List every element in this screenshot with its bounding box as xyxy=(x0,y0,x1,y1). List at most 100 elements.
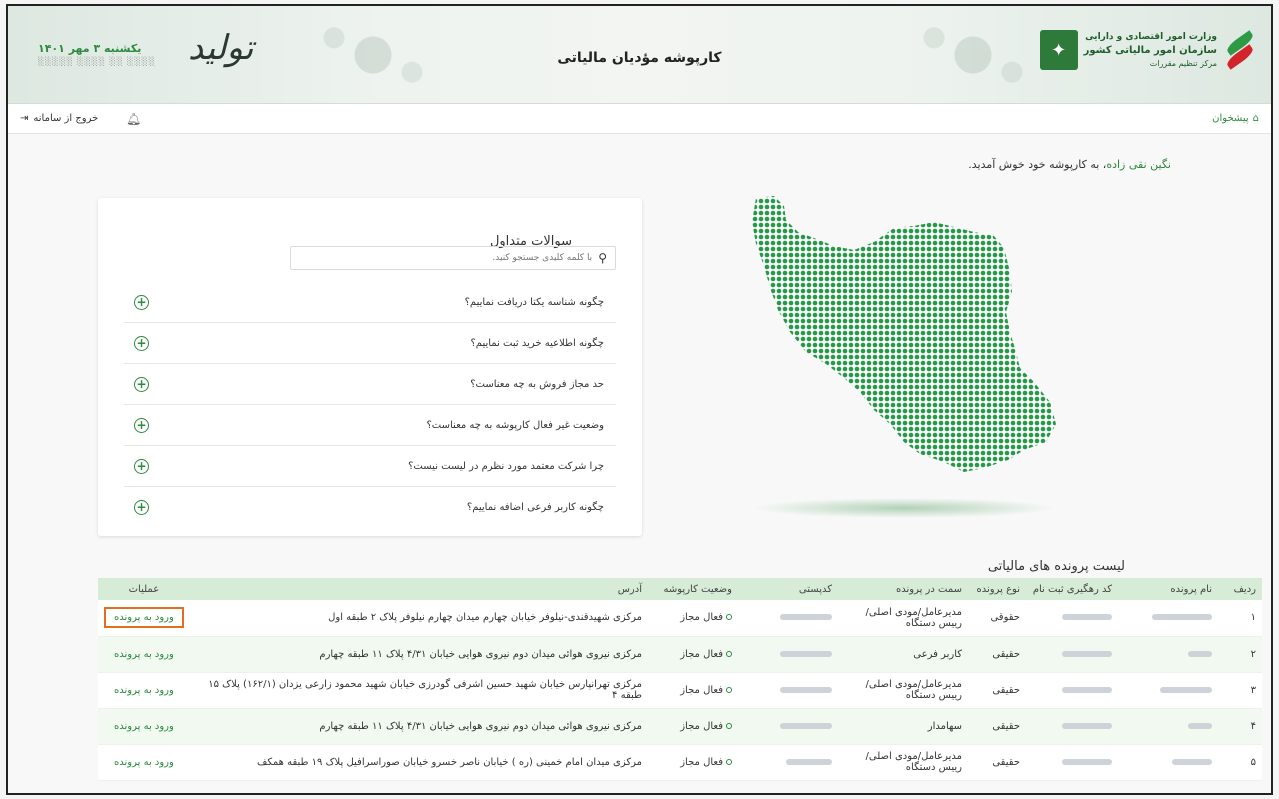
plus-circle-icon[interactable]: + xyxy=(134,500,149,515)
table-row: ۲ حقیقی کاربر فرعی فعال مجاز مرکزی نیروی… xyxy=(98,636,1262,673)
cell-action: ورود به پرونده xyxy=(98,744,190,781)
cell-role: مدیرعامل/مودی اصلی/رییس دستگاه xyxy=(838,744,968,781)
status-label: فعال مجاز xyxy=(680,720,723,732)
toolbar: ⌂ پیشخوان 🔔︎ خروج از سامانه ⇥ xyxy=(8,104,1271,134)
cell-postal-blurred xyxy=(738,708,838,745)
home-link-label: پیشخوان xyxy=(1212,113,1249,124)
cell-type: حقیقی xyxy=(968,744,1026,781)
faq-search-box: ⚲ xyxy=(290,246,616,270)
cell-role: کاربر فرعی xyxy=(838,636,968,673)
logout-button[interactable]: خروج از سامانه ⇥ xyxy=(20,113,98,124)
col-role: سمت در پرونده xyxy=(838,578,968,600)
open-file-link[interactable]: ورود به پرونده xyxy=(114,757,174,768)
iran-dot-map xyxy=(752,196,1056,518)
plus-circle-icon[interactable]: + xyxy=(134,335,149,351)
cell-action: ورود به پرونده xyxy=(98,672,190,709)
cell-status: فعال مجاز xyxy=(648,744,738,781)
status-label: فعال مجاز xyxy=(680,684,723,696)
cell-address: مرکزی شهیدقندی-نیلوفر خیابان چهارم میدان… xyxy=(189,600,648,637)
col-status: وضعیت کارپوشه xyxy=(648,578,738,600)
open-file-link[interactable]: ورود به پرونده xyxy=(114,649,174,660)
cell-address: مرکزی میدان امام خمینی (ره ) خیابان ناصر… xyxy=(189,744,648,781)
cell-action: ورود به پرونده xyxy=(98,600,190,637)
cell-file-name-blurred xyxy=(1118,636,1218,673)
cell-action: ورود به پرونده xyxy=(98,636,190,673)
cell-index: ۳ xyxy=(1218,672,1262,709)
logout-icon: ⇥ xyxy=(20,113,29,124)
faq-list: چگونه شناسه یکتا دریافت نماییم؟ + چگونه … xyxy=(124,282,616,528)
cell-type: حقیقی xyxy=(968,672,1026,709)
cell-postal-blurred xyxy=(738,636,838,673)
cell-postal-blurred xyxy=(738,600,838,637)
table-header-row: ردیف نام پرونده کد رهگیری ثبت نام نوع پر… xyxy=(98,578,1262,600)
faq-question: چرا شرکت معتمد مورد نظرم در لیست نیست؟ xyxy=(408,460,604,472)
open-file-link[interactable]: ورود به پرونده xyxy=(114,685,174,696)
bell-icon[interactable]: 🔔︎ xyxy=(126,112,141,126)
home-icon: ⌂ xyxy=(1252,113,1259,124)
header: وزارت امور اقتصادی و دارایی سازمان امور … xyxy=(8,6,1271,104)
cell-role: سهامدار xyxy=(838,708,968,745)
faq-item[interactable]: چگونه شناسه یکتا دریافت نماییم؟ + xyxy=(124,282,616,323)
tax-files-title: لیست پرونده های مالیاتی xyxy=(987,559,1125,574)
col-tracking-code: کد رهگیری ثبت نام xyxy=(1026,578,1118,600)
plus-circle-icon[interactable]: + xyxy=(134,417,149,433)
col-address: آدرس xyxy=(189,578,648,600)
logout-label: خروج از سامانه xyxy=(33,113,99,124)
faq-question: وضعیت غیر فعال کارپوشه به چه معناست؟ xyxy=(426,419,605,431)
cell-status: فعال مجاز xyxy=(648,636,738,673)
brand-line-ministry: وزارت امور اقتصادی و دارایی xyxy=(1085,31,1217,42)
current-date: یکشنبه ۳ مهر ۱۴۰۱ xyxy=(38,42,142,55)
faq-item[interactable]: چگونه کاربر فرعی اضافه نماییم؟ + xyxy=(124,487,616,528)
cell-status: فعال مجاز xyxy=(648,600,738,637)
date-subtext-blurred: ░░░░ ░░ ░░░░ ░░░░░ xyxy=(38,57,156,66)
plus-circle-icon[interactable]: + xyxy=(134,458,149,474)
status-dot-icon xyxy=(726,686,732,693)
table-row: ۳ حقیقی مدیرعامل/مودی اصلی/رییس دستگاه ف… xyxy=(98,672,1262,709)
cell-file-name-blurred xyxy=(1118,708,1218,745)
status-dot-icon xyxy=(726,614,732,621)
cell-action: ورود به پرونده xyxy=(98,708,190,745)
col-actions: عملیات xyxy=(98,578,190,600)
cell-address: مرکزی نیروی هوائی میدان دوم نیروی هوایی … xyxy=(189,636,648,673)
cell-role: مدیرعامل/مودی اصلی/رییس دستگاه xyxy=(838,672,968,709)
welcome-text: ، به کارپوشه خود خوش آمدید. xyxy=(968,158,1107,171)
plus-circle-icon[interactable]: + xyxy=(134,294,149,310)
user-name: نگین نقی زاده xyxy=(1106,158,1171,171)
cell-tracking-blurred xyxy=(1026,636,1118,673)
cell-type: حقوقی xyxy=(968,600,1026,637)
faq-item[interactable]: چرا شرکت معتمد مورد نظرم در لیست نیست؟ + xyxy=(124,446,616,487)
faq-item[interactable]: وضعیت غیر فعال کارپوشه به چه معناست؟ + xyxy=(124,405,616,446)
cell-tracking-blurred xyxy=(1026,600,1118,637)
cell-type: حقیقی xyxy=(968,708,1026,745)
faq-question: حد مجاز فروش به چه معناست؟ xyxy=(470,378,604,390)
home-link[interactable]: ⌂ پیشخوان xyxy=(1212,113,1259,124)
table-row: ۴ حقیقی سهامدار فعال مجاز مرکزی نیروی هو… xyxy=(98,708,1262,745)
col-file-type: نوع پرونده xyxy=(968,578,1026,600)
open-file-link[interactable]: ورود به پرونده xyxy=(104,607,184,629)
plus-circle-icon[interactable]: + xyxy=(134,376,149,392)
status-dot-icon xyxy=(726,650,732,657)
cell-tracking-blurred xyxy=(1026,744,1118,781)
cell-index: ۵ xyxy=(1218,744,1262,781)
col-index: ردیف xyxy=(1218,578,1262,600)
cell-file-name-blurred xyxy=(1118,744,1218,781)
cell-address: مرکزی نیروی هوائی میدان دوم نیروی هوایی … xyxy=(189,708,648,745)
cell-postal-blurred xyxy=(738,744,838,781)
faq-question: چگونه اطلاعیه خرید ثبت نماییم؟ xyxy=(470,337,604,349)
open-file-link[interactable]: ورود به پرونده xyxy=(114,721,174,732)
cell-file-name-blurred xyxy=(1118,672,1218,709)
faq-item[interactable]: چگونه اطلاعیه خرید ثبت نماییم؟ + xyxy=(124,323,616,364)
app-frame: وزارت امور اقتصادی و دارایی سازمان امور … xyxy=(6,4,1273,795)
faq-search-input[interactable] xyxy=(312,253,593,263)
cell-index: ۴ xyxy=(1218,708,1262,745)
status-label: فعال مجاز xyxy=(680,756,723,768)
table-row: ۱ حقوقی مدیرعامل/مودی اصلی/رییس دستگاه ف… xyxy=(98,600,1262,637)
status-dot-icon xyxy=(726,722,732,729)
cell-address: مرکزی تهرانپارس خیابان شهید حسین اشرفی گ… xyxy=(189,672,648,709)
cell-file-name-blurred xyxy=(1118,600,1218,637)
cell-type: حقیقی xyxy=(968,636,1026,673)
cell-tracking-blurred xyxy=(1026,708,1118,745)
status-dot-icon xyxy=(726,758,732,765)
search-icon[interactable]: ⚲ xyxy=(598,251,607,265)
faq-item[interactable]: حد مجاز فروش به چه معناست؟ + xyxy=(124,364,616,405)
